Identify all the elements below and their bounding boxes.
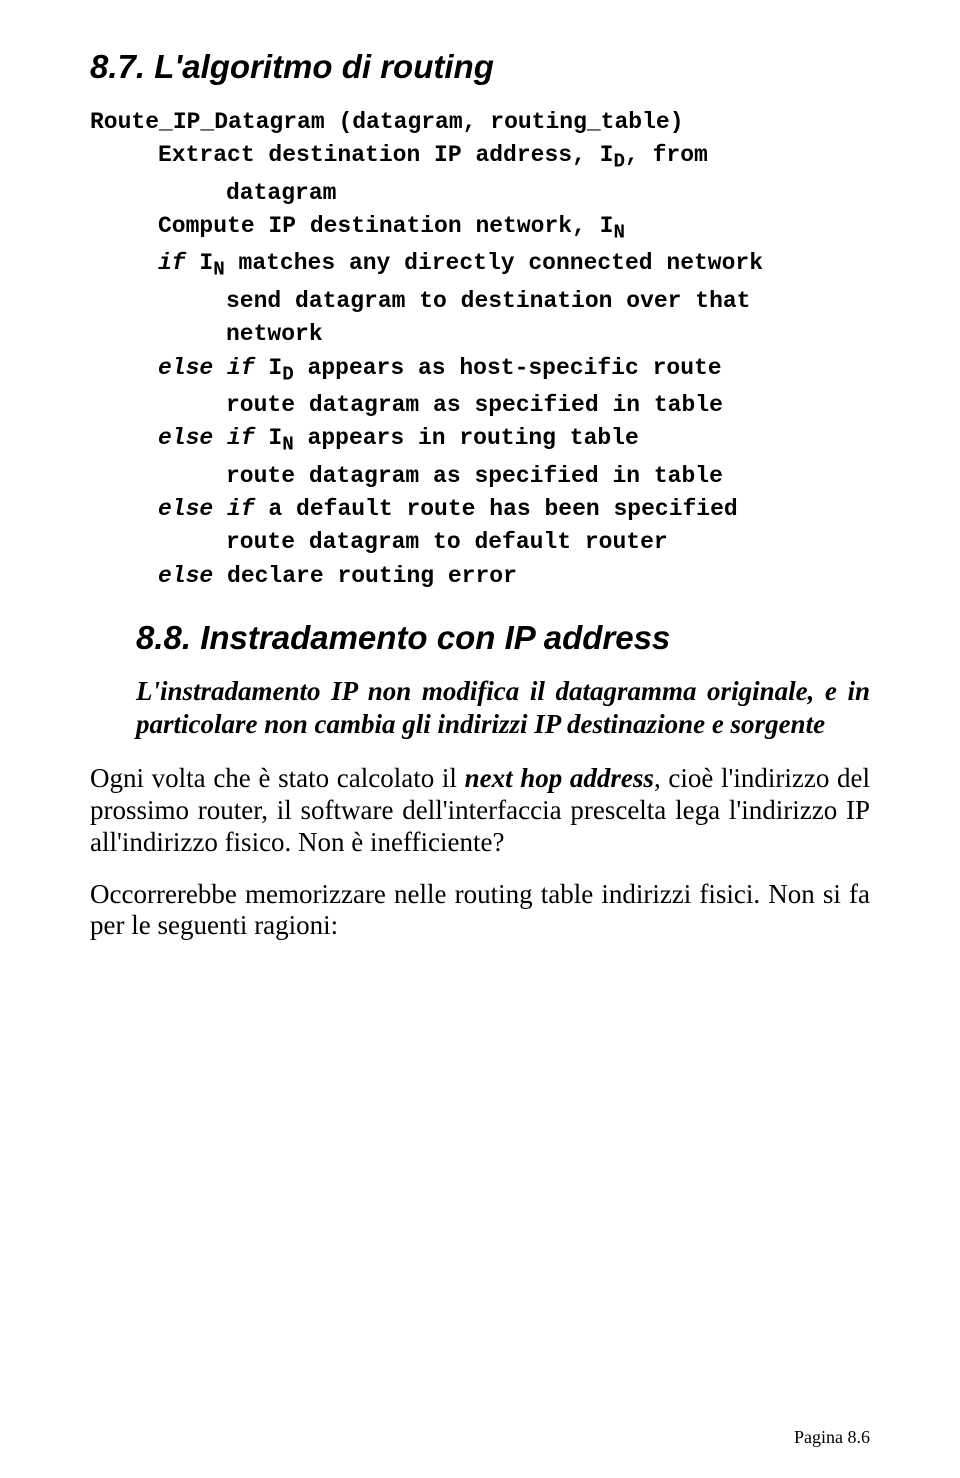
- term-next-hop: next hop address: [465, 763, 654, 793]
- code-line: datagram: [90, 177, 336, 210]
- code-line: Extract destination IP address, ID, from: [90, 139, 708, 176]
- section-heading-routing-algorithm: 8.7. L'algoritmo di routing: [90, 48, 870, 86]
- code-line: route datagram as specified in table: [90, 460, 723, 493]
- code-line: else if a default route has been specifi…: [90, 493, 738, 526]
- code-line: else if IN appears in routing table: [90, 422, 639, 459]
- pseudocode-block: Route_IP_Datagram (datagram, routing_tab…: [90, 106, 870, 593]
- code-line: send datagram to destination over that: [90, 285, 751, 318]
- code-line: else declare routing error: [90, 560, 517, 593]
- code-line: route datagram to default router: [90, 526, 668, 559]
- code-line: route datagram as specified in table: [90, 389, 723, 422]
- code-line: network: [90, 318, 323, 351]
- body-paragraph: Occorrerebbe memorizzare nelle routing t…: [90, 879, 870, 943]
- code-line: Compute IP destination network, IN: [90, 210, 625, 247]
- section-heading-ip-routing: 8.8. Instradamento con IP address: [136, 619, 870, 657]
- code-line: else if ID appears as host-specific rout…: [90, 352, 722, 389]
- emphasized-paragraph: L'instradamento IP non modifica il datag…: [136, 675, 870, 741]
- body-paragraph: Ogni volta che è stato calcolato il next…: [90, 763, 870, 859]
- page-footer: Pagina 8.6: [794, 1427, 870, 1448]
- code-line: Route_IP_Datagram (datagram, routing_tab…: [90, 109, 684, 135]
- code-line: if IN matches any directly connected net…: [90, 247, 763, 284]
- document-page: 8.7. L'algoritmo di routing Route_IP_Dat…: [0, 0, 960, 1478]
